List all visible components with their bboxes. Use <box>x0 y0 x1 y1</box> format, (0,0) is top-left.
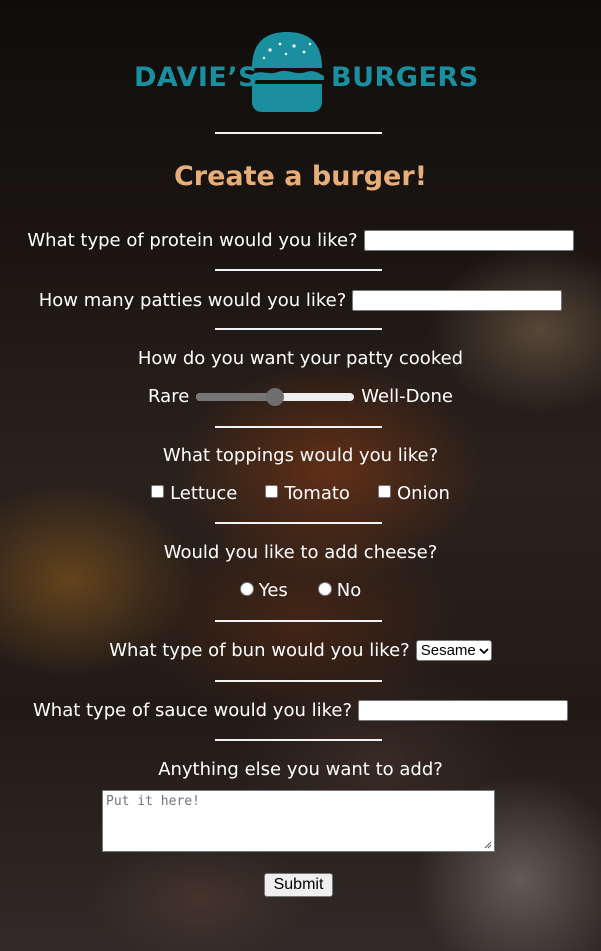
burger-form-page: DAVIE’S BURGERS Create a burger! What ty… <box>0 0 601 951</box>
cheese-question: Would you like to add cheese? <box>0 542 601 563</box>
toppings-label: What toppings would you like? <box>162 445 439 466</box>
tomato-label: Tomato <box>284 483 350 504</box>
cheese-option-yes[interactable]: Yes <box>239 580 288 601</box>
extra-label: Anything else you want to add? <box>158 759 443 780</box>
divider <box>215 522 382 524</box>
logo-left-text: DAVIE’S <box>134 62 259 93</box>
patties-row: How many patties would you like? <box>0 290 601 311</box>
divider <box>215 739 382 741</box>
slider-max-label: Well-Done <box>361 386 453 407</box>
resize-handle-icon[interactable] <box>483 840 492 849</box>
patties-label: How many patties would you like? <box>38 290 347 311</box>
topping-option-tomato[interactable]: Tomato <box>265 483 350 504</box>
bun-row: What type of bun would you like? Sesame <box>0 640 601 661</box>
logo-right-text: BURGERS <box>331 62 479 93</box>
slider-min-label: Rare <box>148 386 190 407</box>
slider-thumb[interactable] <box>266 387 285 406</box>
protein-row: What type of protein would you like? <box>0 230 601 251</box>
no-label: No <box>336 580 362 601</box>
cooked-slider-row: Rare Well-Done <box>0 386 601 407</box>
cooked-label: How do you want your patty cooked <box>137 348 464 369</box>
bun-select[interactable]: Sesame <box>415 640 492 661</box>
tomato-checkbox[interactable] <box>265 485 279 498</box>
divider <box>215 328 382 330</box>
cheese-label: Would you like to add cheese? <box>163 542 438 563</box>
sauce-input[interactable] <box>358 700 569 721</box>
page-title: Create a burger! <box>173 161 428 192</box>
slider-fill <box>196 392 276 401</box>
extra-placeholder: Put it here! <box>106 794 200 809</box>
sauce-row: What type of sauce would you like? <box>0 700 601 721</box>
no-radio[interactable] <box>317 581 332 596</box>
lettuce-label: Lettuce <box>170 483 238 504</box>
onion-label: Onion <box>396 483 450 504</box>
cheese-options: Yes No <box>0 580 601 601</box>
submit-button[interactable]: Submit <box>264 873 333 897</box>
protein-input[interactable] <box>363 230 574 251</box>
onion-checkbox[interactable] <box>377 485 391 498</box>
patties-input[interactable] <box>352 290 563 311</box>
protein-label: What type of protein would you like? <box>27 230 358 251</box>
divider <box>215 132 382 134</box>
cooked-question: How do you want your patty cooked <box>0 348 601 369</box>
divider <box>215 269 382 271</box>
extra-textarea[interactable]: Put it here! <box>102 790 495 852</box>
doneness-slider[interactable] <box>196 387 355 406</box>
sauce-label: What type of sauce would you like? <box>32 700 353 721</box>
brand-logo: DAVIE’S BURGERS <box>0 28 601 118</box>
yes-radio[interactable] <box>239 581 254 596</box>
chevron-down-icon <box>479 647 489 654</box>
divider <box>215 620 382 622</box>
divider <box>215 680 382 682</box>
yes-label: Yes <box>258 580 288 601</box>
toppings-options: Lettuce Tomato Onion <box>0 483 601 504</box>
divider <box>215 426 382 428</box>
toppings-question: What toppings would you like? <box>0 445 601 466</box>
burger-icon <box>250 32 324 112</box>
lettuce-checkbox[interactable] <box>151 485 165 498</box>
topping-option-lettuce[interactable]: Lettuce <box>151 483 237 504</box>
bun-selected-value: Sesame <box>420 642 476 659</box>
bun-label: What type of bun would you like? <box>109 640 410 661</box>
extra-question: Anything else you want to add? <box>0 759 601 780</box>
topping-option-onion[interactable]: Onion <box>377 483 450 504</box>
cheese-option-no[interactable]: No <box>317 580 362 601</box>
